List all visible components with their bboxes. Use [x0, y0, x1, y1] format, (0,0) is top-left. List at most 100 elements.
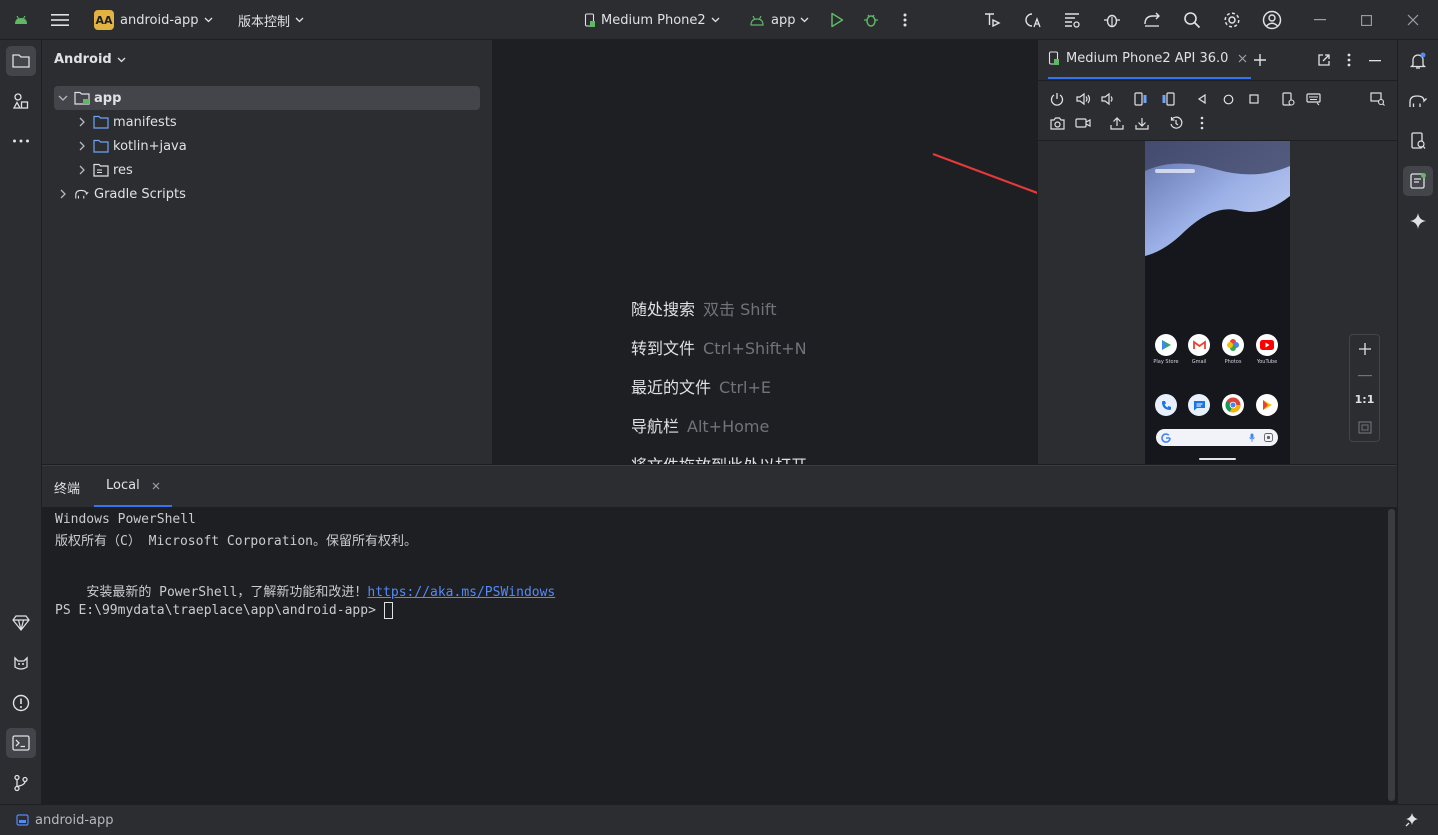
- terminal-scrollbar[interactable]: [1388, 509, 1395, 801]
- running-devices-button[interactable]: [1403, 166, 1433, 196]
- device-selector[interactable]: Medium Phone2: [584, 0, 720, 40]
- tree-item-app[interactable]: app: [55, 86, 121, 110]
- powershell-link[interactable]: https://aka.ms/PSWindows: [367, 585, 555, 600]
- zoom-actual-size-button[interactable]: 1:1: [1350, 393, 1379, 406]
- google-search-bar[interactable]: [1156, 429, 1278, 446]
- notifications-button[interactable]: [1403, 46, 1433, 76]
- home-icon[interactable]: [1219, 90, 1237, 108]
- maximize-icon[interactable]: [1356, 10, 1376, 30]
- chevron-right-icon[interactable]: [55, 186, 71, 202]
- terminal-tool-button[interactable]: [6, 728, 36, 758]
- settings-gear-icon[interactable]: [1222, 10, 1242, 30]
- chevron-down-icon: [117, 57, 126, 62]
- zoom-in-icon[interactable]: [1358, 342, 1372, 356]
- rotate-right-icon[interactable]: [1159, 90, 1177, 108]
- tree-item-kotlin-java[interactable]: kotlin+java: [74, 134, 187, 158]
- tree-item-gradle-scripts[interactable]: Gradle Scripts: [55, 182, 186, 206]
- mirror-screen-icon[interactable]: [1368, 90, 1386, 108]
- terminal-session-tab[interactable]: Local: [94, 466, 172, 507]
- ai-assistant-icon[interactable]: [1404, 812, 1420, 828]
- lens-icon[interactable]: [1264, 433, 1273, 442]
- messages-icon[interactable]: [1188, 394, 1210, 416]
- gemini-button[interactable]: [1403, 206, 1433, 236]
- download-icon[interactable]: [1133, 114, 1151, 132]
- back-icon[interactable]: [1193, 90, 1211, 108]
- run-icon[interactable]: [827, 10, 847, 30]
- hide-panel-icon[interactable]: [1369, 60, 1381, 62]
- emulator-screen[interactable]: Play Store Gmail Photos YouTube: [1145, 141, 1290, 464]
- hint-action: 随处搜索: [631, 300, 696, 319]
- status-project-name: android-app: [35, 812, 114, 828]
- gem-tool-button[interactable]: [6, 608, 36, 638]
- close-tab-icon[interactable]: [152, 482, 160, 490]
- project-selector[interactable]: AA android-app: [94, 0, 213, 40]
- chevron-right-icon[interactable]: [74, 162, 90, 178]
- open-external-icon[interactable]: [1317, 53, 1331, 67]
- device-tab[interactable]: Medium Phone2 API 36.0: [1048, 40, 1252, 79]
- device-more-icon[interactable]: [1193, 114, 1211, 132]
- terminal-cursor: [383, 602, 393, 619]
- project-tool-button[interactable]: [6, 46, 36, 76]
- debug-icon[interactable]: [861, 10, 881, 30]
- chevron-right-icon[interactable]: [74, 114, 90, 130]
- close-window-icon[interactable]: [1403, 10, 1423, 30]
- tree-item-manifests[interactable]: manifests: [74, 110, 177, 134]
- git-tool-button[interactable]: [6, 768, 36, 798]
- volume-down-icon[interactable]: [1099, 90, 1117, 108]
- search-icon[interactable]: [1182, 10, 1202, 30]
- rotate-left-icon[interactable]: [1132, 90, 1150, 108]
- more-tools-button[interactable]: [6, 126, 36, 156]
- app-label: Gmail: [1191, 359, 1207, 365]
- photos-icon[interactable]: [1222, 334, 1244, 356]
- chrome-icon[interactable]: [1222, 394, 1244, 416]
- view-mode-selector[interactable]: Android: [54, 52, 126, 67]
- overview-icon[interactable]: [1245, 90, 1263, 108]
- snapshot-history-icon[interactable]: [1167, 114, 1185, 132]
- sdk-manager-icon[interactable]: [982, 10, 1002, 30]
- device-settings-icon[interactable]: [1279, 90, 1297, 108]
- phone-app-icon[interactable]: [1155, 394, 1177, 416]
- gmail-icon[interactable]: [1188, 334, 1210, 356]
- translate-icon[interactable]: [1022, 10, 1042, 30]
- play-store-icon[interactable]: [1155, 334, 1177, 356]
- power-icon[interactable]: [1048, 90, 1066, 108]
- status-project-breadcrumb[interactable]: android-app: [16, 805, 114, 835]
- add-device-icon[interactable]: [1253, 53, 1267, 67]
- annotation-arrow-icon: [932, 152, 1037, 195]
- more-actions-icon[interactable]: [895, 10, 915, 30]
- run-config-selector[interactable]: app: [749, 0, 809, 40]
- upload-icon[interactable]: [1108, 114, 1126, 132]
- device-explorer-button[interactable]: [1403, 126, 1433, 156]
- chevron-right-icon[interactable]: [74, 138, 90, 154]
- mic-icon[interactable]: [1249, 433, 1255, 442]
- minimize-icon[interactable]: [1310, 10, 1330, 30]
- vcs-menu[interactable]: 版本控制: [238, 0, 304, 40]
- tree-item-label: app: [94, 90, 122, 106]
- youtube-icon[interactable]: [1256, 334, 1278, 356]
- play-games-icon[interactable]: [1256, 394, 1278, 416]
- chevron-down-icon[interactable]: [55, 90, 71, 106]
- terminal-prompt-line[interactable]: PS E:\99mydata\traeplace\app\android-app…: [55, 602, 393, 619]
- account-icon[interactable]: [1262, 10, 1282, 30]
- more-horizontal-icon: [13, 139, 29, 143]
- left-tool-strip: [0, 40, 42, 804]
- problems-tool-button[interactable]: [6, 688, 36, 718]
- volume-up-icon[interactable]: [1074, 90, 1092, 108]
- zoom-fit-icon[interactable]: [1358, 421, 1372, 434]
- main-menu-icon[interactable]: [50, 10, 70, 30]
- panel-options-icon[interactable]: [1347, 53, 1351, 67]
- screenshot-icon[interactable]: [1048, 114, 1066, 132]
- android-logo-icon[interactable]: [11, 10, 31, 30]
- close-tab-icon[interactable]: [1238, 54, 1247, 63]
- app-quality-button[interactable]: [6, 648, 36, 678]
- device-sync-icon[interactable]: [1142, 10, 1162, 30]
- zoom-out-icon[interactable]: [1358, 375, 1372, 377]
- editor-empty-state: 随处搜索 双击 Shift 转到文件 Ctrl+Shift+N 最近的文件 Ctrl+…: [493, 40, 1037, 464]
- gradle-tool-button[interactable]: [1403, 86, 1433, 116]
- device-bug-icon[interactable]: [1102, 10, 1122, 30]
- keyboard-icon[interactable]: [1304, 90, 1322, 108]
- resource-manager-button[interactable]: [6, 86, 36, 116]
- tree-item-res[interactable]: res: [74, 158, 133, 182]
- layout-inspector-icon[interactable]: [1062, 10, 1082, 30]
- screen-record-icon[interactable]: [1074, 114, 1092, 132]
